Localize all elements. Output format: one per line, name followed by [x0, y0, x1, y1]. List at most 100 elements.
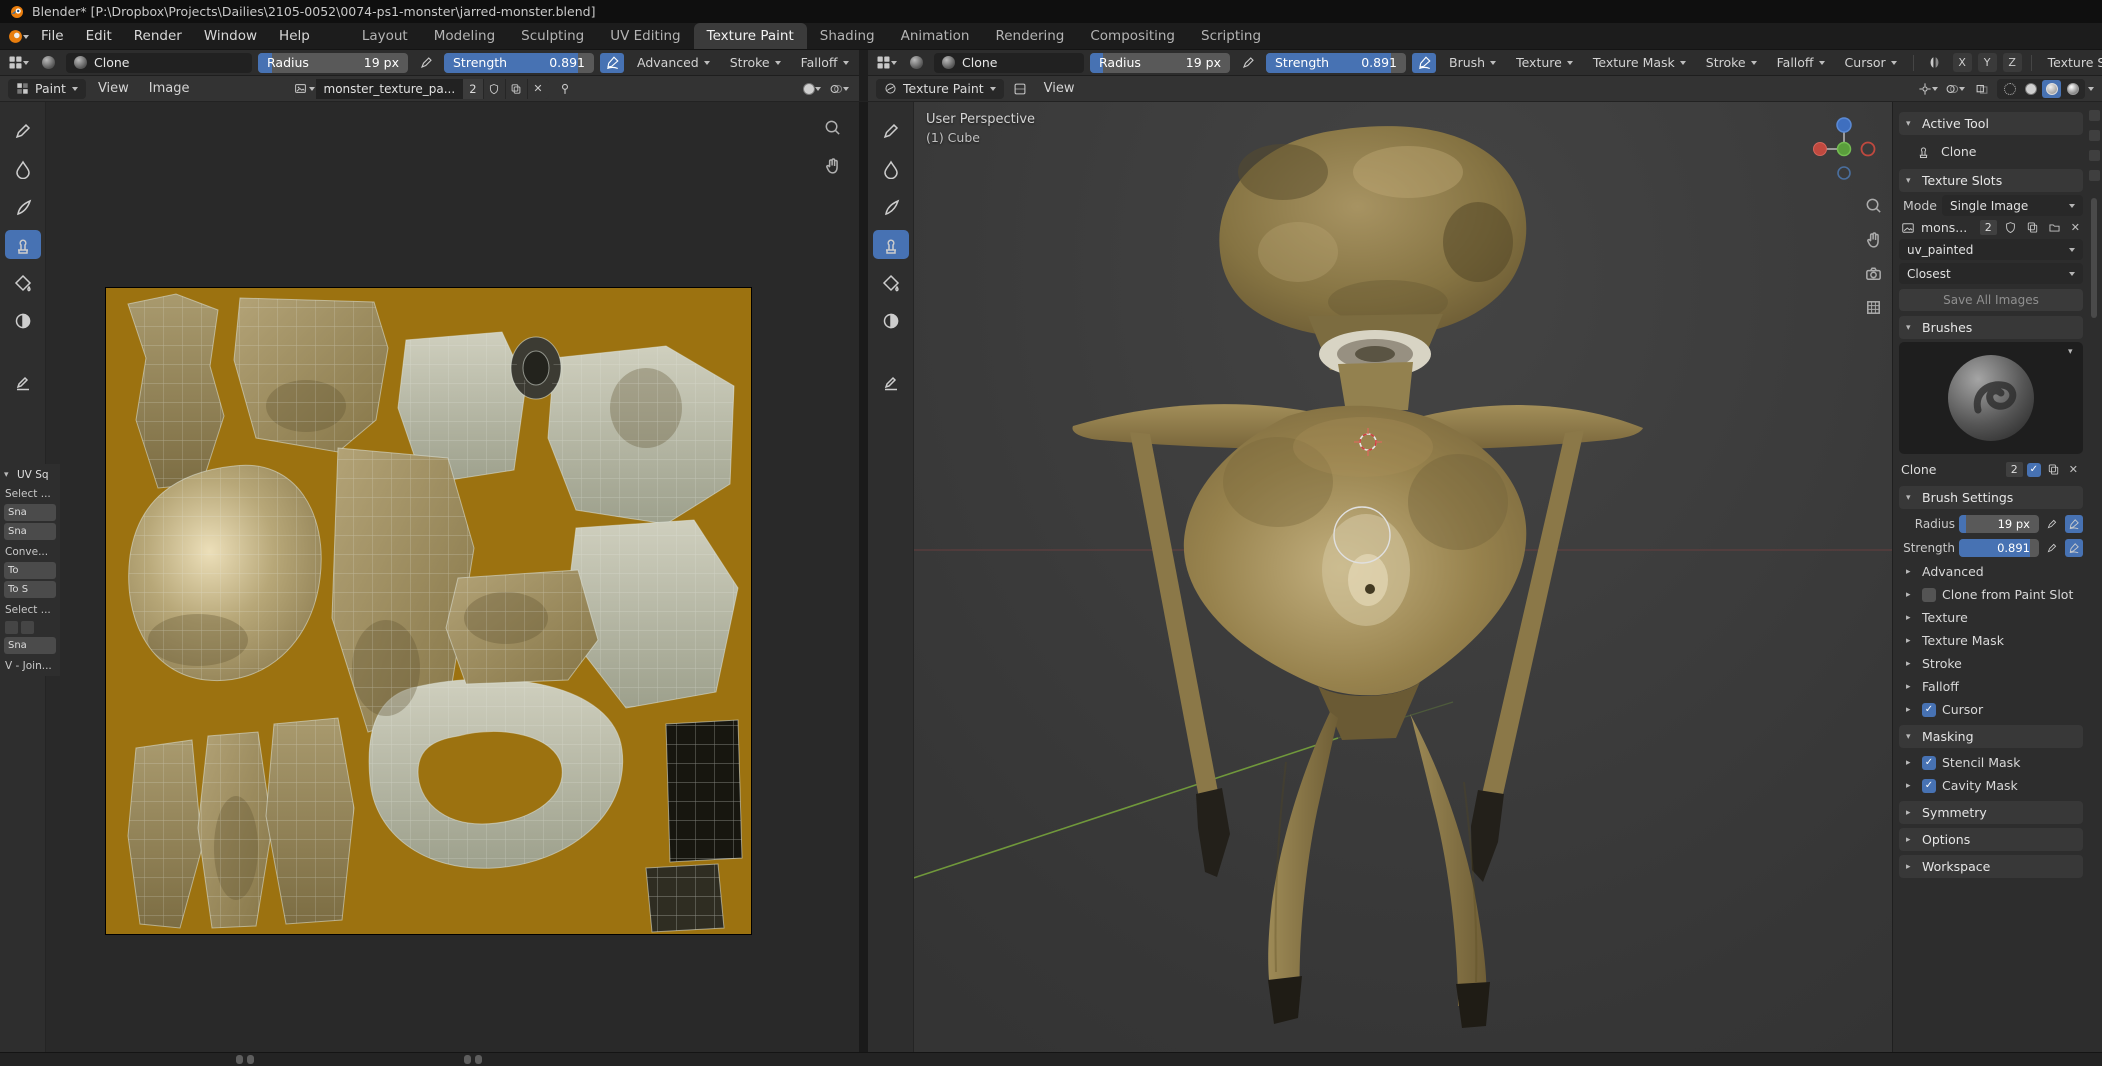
brush-preview[interactable]: ▾: [1899, 342, 2083, 454]
radius-pressure-icon[interactable]: [1236, 53, 1260, 73]
clone-from-paint-slot-checkbox[interactable]: [1922, 588, 1936, 602]
paint-mask-icon[interactable]: [1008, 79, 1032, 99]
duplicate-icon[interactable]: [2045, 461, 2062, 478]
uv-snap-button[interactable]: Sna: [4, 637, 56, 654]
brush-user-count[interactable]: 2: [2006, 462, 2023, 477]
show-gizmo-icon[interactable]: [1916, 79, 1940, 99]
popover-falloff[interactable]: Falloff: [1770, 53, 1832, 72]
sidebar-tab-icon[interactable]: [2089, 150, 2100, 161]
pan-hand-icon[interactable]: [821, 154, 843, 176]
display-channels-icon[interactable]: [800, 79, 824, 99]
mask-tool-icon[interactable]: [5, 306, 41, 335]
smear-tool-icon[interactable]: [5, 192, 41, 221]
cursor-checkbox[interactable]: ✓: [1922, 703, 1936, 717]
tab-scripting[interactable]: Scripting: [1188, 23, 1274, 49]
active-tool-row[interactable]: Clone: [1899, 138, 2083, 165]
image-browse-icon[interactable]: [1899, 219, 1916, 236]
tab-compositing[interactable]: Compositing: [1077, 23, 1188, 49]
uv-to-square-button[interactable]: To S: [4, 581, 56, 598]
fake-user-toggle[interactable]: ✓: [2027, 463, 2041, 477]
app-menu-button[interactable]: [6, 26, 30, 46]
panel-options[interactable]: ▸ Options: [1899, 828, 2083, 851]
pin-icon[interactable]: [553, 79, 577, 99]
soften-tool-icon[interactable]: [873, 154, 909, 183]
tab-sculpting[interactable]: Sculpting: [508, 23, 597, 49]
strength-slider[interactable]: Strength 0.891: [444, 53, 594, 73]
panel-symmetry[interactable]: ▸ Symmetry: [1899, 801, 2083, 824]
menu-edit[interactable]: Edit: [75, 25, 123, 47]
brush-preview-icon[interactable]: [36, 53, 60, 73]
subpanel-clone-from-paint-slot[interactable]: ▸ Clone from Paint Slot: [1899, 583, 2083, 606]
pressure-sensitivity-icon[interactable]: [2065, 515, 2083, 533]
annotate-tool-icon[interactable]: [5, 367, 41, 396]
panel-workspace[interactable]: ▸ Workspace: [1899, 855, 2083, 878]
panel-brush-settings[interactable]: ▾ Brush Settings: [1899, 486, 2083, 509]
tab-animation[interactable]: Animation: [888, 23, 983, 49]
strength-slider[interactable]: Strength 0.891: [1266, 53, 1406, 73]
clone-tool-icon[interactable]: [873, 230, 909, 259]
interpolation-dropdown[interactable]: Closest: [1899, 263, 2083, 284]
tool-selector-icon[interactable]: [874, 53, 898, 73]
shading-rendered-icon[interactable]: [2063, 80, 2082, 98]
unlink-icon[interactable]: ✕: [527, 79, 549, 99]
uv-snap-button[interactable]: Sna: [4, 523, 56, 540]
brush-preview-icon[interactable]: [904, 53, 928, 73]
tab-rendering[interactable]: Rendering: [982, 23, 1077, 49]
shading-material-icon[interactable]: [2042, 80, 2061, 98]
clone-tool-icon[interactable]: [5, 230, 41, 259]
mask-tool-icon[interactable]: [873, 306, 909, 335]
popover-texture-mask[interactable]: Texture Mask: [1586, 53, 1693, 72]
editor-divider[interactable]: [859, 102, 868, 1052]
sidebar-tab-icon[interactable]: [2089, 110, 2100, 121]
stencil-mask-checkbox[interactable]: ✓: [1922, 756, 1936, 770]
popover-stroke[interactable]: Stroke: [723, 53, 788, 72]
strength-slider[interactable]: 0.891: [1959, 539, 2039, 557]
image-browse-icon[interactable]: [294, 79, 316, 99]
tab-modeling[interactable]: Modeling: [421, 23, 508, 49]
smear-tool-icon[interactable]: [873, 192, 909, 221]
strength-pressure-icon[interactable]: [600, 53, 624, 73]
subpanel-falloff[interactable]: ▸ Falloff: [1899, 675, 2083, 698]
panel-brushes[interactable]: ▾ Brushes: [1899, 316, 2083, 339]
tool-selector-icon[interactable]: [6, 53, 30, 73]
shading-solid-icon[interactable]: [2021, 80, 2040, 98]
subpanel-stroke[interactable]: ▸ Stroke: [1899, 652, 2083, 675]
subpanel-stencil-mask[interactable]: ▸ ✓ Stencil Mask: [1899, 751, 2083, 774]
subpanel-cursor[interactable]: ▸ ✓ Cursor: [1899, 698, 2083, 721]
mode-dropdown[interactable]: Single Image: [1942, 195, 2083, 216]
popover-texture-slots[interactable]: Texture Slots: [2041, 53, 2102, 72]
viewport-mode-dropdown[interactable]: Texture Paint: [876, 79, 1004, 99]
subpanel-advanced[interactable]: ▸ Advanced: [1899, 560, 2083, 583]
strength-pressure-icon[interactable]: [1412, 53, 1436, 73]
pan-hand-icon[interactable]: [1862, 228, 1884, 250]
overlays-icon[interactable]: [1943, 79, 1967, 99]
menu-view[interactable]: View: [90, 78, 137, 99]
sidebar-tab-icon[interactable]: [2089, 130, 2100, 141]
viewport-canvas[interactable]: [868, 102, 1892, 1052]
menu-view[interactable]: View: [1036, 78, 1083, 99]
camera-view-icon[interactable]: [1862, 262, 1884, 284]
radius-slider[interactable]: Radius 19 px: [258, 53, 408, 73]
menu-image[interactable]: Image: [141, 78, 198, 99]
panel-masking[interactable]: ▾ Masking: [1899, 725, 2083, 748]
unpack-folder-icon[interactable]: [2046, 219, 2063, 236]
subpanel-texture[interactable]: ▸ Texture: [1899, 606, 2083, 629]
radius-pressure-icon[interactable]: [414, 53, 438, 73]
panel-texture-slots[interactable]: ▾ Texture Slots: [1899, 169, 2083, 192]
save-all-images-button[interactable]: Save All Images: [1899, 289, 2083, 311]
image-overlay-icon[interactable]: [827, 79, 851, 99]
panel-active-tool[interactable]: ▾ Active Tool: [1899, 112, 2083, 135]
fill-tool-icon[interactable]: [873, 268, 909, 297]
uv-panel-icon-buttons[interactable]: [5, 621, 55, 634]
sidebar-tab-icon[interactable]: [2089, 170, 2100, 181]
brush-name-field[interactable]: Clone: [1901, 462, 2002, 477]
tab-shading[interactable]: Shading: [807, 23, 888, 49]
subpanel-cavity-mask[interactable]: ▸ ✓ Cavity Mask: [1899, 774, 2083, 797]
brush-preview-dropdown[interactable]: ▾: [2068, 347, 2078, 357]
image-name[interactable]: monster_texture_pa...: [316, 79, 464, 99]
pressure-sensitivity-icon[interactable]: [2065, 539, 2083, 557]
popover-brush[interactable]: Brush: [1442, 53, 1503, 72]
xray-toggle-icon[interactable]: [1970, 79, 1994, 99]
uv-panel-header[interactable]: ▾ UV Sq: [0, 466, 60, 484]
mirror-x-toggle[interactable]: X: [1953, 53, 1972, 72]
